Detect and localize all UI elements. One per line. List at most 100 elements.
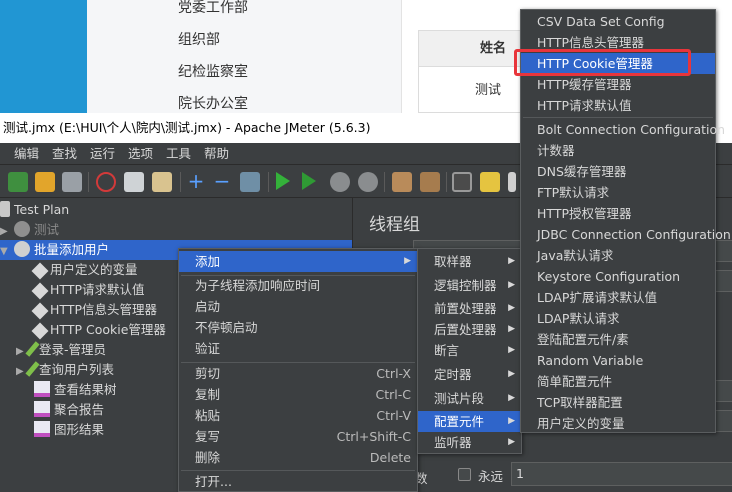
menu-help[interactable]: 帮助 [204, 143, 229, 165]
menu-item-validate[interactable]: 验证 [179, 338, 417, 359]
submenu-item-post-processor[interactable]: 后置处理器 ▶ [418, 319, 521, 340]
config-item-counter[interactable]: 计数器 [521, 140, 715, 161]
menu-item-paste[interactable]: 粘贴 Ctrl-V [179, 405, 417, 426]
menu-item-delete[interactable]: 删除 Delete [179, 447, 417, 468]
collapse-icon[interactable]: − [212, 171, 232, 192]
forever-label: 永远 [478, 469, 504, 484]
menu-item-label: 后置处理器 [434, 322, 497, 337]
config-item-http-cache-manager[interactable]: HTTP缓存管理器 [521, 74, 715, 95]
submenu-item-config-element[interactable]: 配置元件 ▶ [418, 411, 521, 432]
expand-arrow-icon[interactable]: ▶ [16, 342, 26, 362]
cut-icon[interactable] [96, 172, 116, 192]
menu-item-label: 用户定义的变量 [537, 416, 625, 431]
menu-item-label: 打开... [195, 474, 232, 489]
menu-item-label: 定时器 [434, 367, 472, 382]
config-item-user-defined-variables[interactable]: 用户定义的变量 [521, 413, 715, 434]
collapse-arrow-icon[interactable]: ▼ [0, 242, 10, 262]
submenu-item-assertion[interactable]: 断言 ▶ [418, 340, 521, 361]
wrench-icon [31, 262, 49, 280]
menu-item-start-no-pause[interactable]: 不停顿启动 [179, 317, 417, 338]
copy-icon[interactable] [124, 172, 144, 192]
config-item-ldap-defaults[interactable]: LDAP默认请求 [521, 308, 715, 329]
reset-search-icon[interactable] [480, 172, 500, 192]
menu-tools[interactable]: 工具 [166, 143, 191, 165]
menu-item-start[interactable]: 启动 [179, 296, 417, 317]
expand-arrow-icon[interactable]: ▶ [0, 222, 10, 242]
submenu-item-timer[interactable]: 定时器 ▶ [418, 364, 521, 385]
menu-item-copy[interactable]: 复制 Ctrl-C [179, 384, 417, 405]
menu-item-add-response-time[interactable]: 为子线程添加响应时间 [179, 275, 417, 296]
tree-item-listener[interactable]: 聚合报告 [34, 400, 104, 420]
tree-item-sampler[interactable]: ▶ 登录-管理员 [16, 340, 106, 360]
menu-item-cut[interactable]: 剪切 Ctrl-X [179, 363, 417, 384]
toggle-icon[interactable] [240, 172, 260, 192]
menu-run[interactable]: 运行 [90, 143, 115, 165]
config-item-http-auth-manager[interactable]: HTTP授权管理器 [521, 203, 715, 224]
tree-item-label: 批量添加用户 [34, 242, 110, 257]
tree-item-test-plan[interactable]: Test Plan [0, 200, 69, 220]
menu-options[interactable]: 选项 [128, 143, 153, 165]
open-folder-icon[interactable] [35, 172, 55, 192]
menu-edit[interactable]: 编辑 [14, 143, 39, 165]
menu-item-label: 登陆配置元件/素 [537, 332, 629, 347]
submenu-item-listener[interactable]: 监听器 ▶ [418, 432, 521, 453]
dept-item: 纪检监察室 [178, 64, 248, 80]
config-item-login-config[interactable]: 登陆配置元件/素 [521, 329, 715, 350]
config-item-bolt-connection[interactable]: Bolt Connection Configuration [521, 119, 725, 140]
start-icon[interactable] [276, 172, 290, 190]
clear-all-icon[interactable] [420, 172, 440, 192]
config-item-dns-cache-manager[interactable]: DNS缓存管理器 [521, 161, 715, 182]
tree-item-listener[interactable]: 查看结果树 [34, 380, 117, 400]
submenu-item-test-fragment[interactable]: 测试片段 ▶ [418, 388, 521, 409]
menu-item-label: 验证 [195, 341, 221, 356]
start-no-pause-icon[interactable] [302, 172, 316, 190]
tree-item-config[interactable]: HTTP请求默认值 [31, 280, 145, 300]
tree-item-config[interactable]: 用户定义的变量 [31, 260, 138, 280]
templates-icon[interactable] [8, 172, 28, 192]
forever-checkbox[interactable] [458, 468, 471, 481]
config-item-jdbc-connection[interactable]: JDBC Connection Configuration [521, 224, 731, 245]
expand-icon[interactable]: + [186, 171, 206, 192]
config-item-http-request-defaults[interactable]: HTTP请求默认值 [521, 95, 715, 116]
config-item-simple-config[interactable]: 简单配置元件 [521, 371, 715, 392]
tree-item-listener[interactable]: 图形结果 [34, 420, 104, 440]
function-helper-icon[interactable] [508, 172, 516, 192]
save-icon[interactable] [62, 172, 82, 192]
config-item-random-variable[interactable]: Random Variable [521, 350, 715, 371]
tree-item-config[interactable]: HTTP Cookie管理器 [31, 320, 166, 340]
menu-item-label: FTP默认请求 [537, 185, 610, 200]
gear-icon [14, 241, 30, 257]
tree-item-label: 查询用户列表 [39, 362, 115, 377]
submenu-item-pre-processor[interactable]: 前置处理器 ▶ [418, 298, 521, 319]
expand-arrow-icon[interactable]: ▶ [16, 362, 26, 382]
stop-icon[interactable] [330, 172, 350, 192]
menu-item-open[interactable]: 打开... [179, 471, 417, 492]
loop-count-input[interactable]: 1 [511, 462, 732, 486]
config-item-tcp-sampler-config[interactable]: TCP取样器配置 [521, 392, 715, 413]
config-item-csv-data-set[interactable]: CSV Data Set Config [521, 11, 715, 32]
tree-item-config[interactable]: HTTP信息头管理器 [31, 300, 157, 320]
shutdown-icon[interactable] [358, 172, 378, 192]
pipette-icon [25, 341, 40, 357]
tree-item-label: 图形结果 [54, 422, 105, 437]
config-item-java-defaults[interactable]: Java默认请求 [521, 245, 715, 266]
menu-item-label: 简单配置元件 [537, 374, 613, 389]
tree-item-thread-group-selected[interactable]: ▼ 批量添加用户 [0, 240, 109, 260]
search-binoculars-icon[interactable] [452, 172, 472, 192]
submenu-item-logic-controller[interactable]: 逻辑控制器 ▶ [418, 275, 521, 296]
config-item-ftp-defaults[interactable]: FTP默认请求 [521, 182, 715, 203]
tree-item-thread-group[interactable]: ▶ 测试 [0, 220, 59, 240]
wrench-icon [31, 322, 49, 340]
menu-item-shortcut: Ctrl+Shift-C [336, 429, 411, 444]
menu-item-label: LDAP扩展请求默认值 [537, 290, 657, 305]
paste-icon[interactable] [152, 172, 172, 192]
menu-item-duplicate[interactable]: 复写 Ctrl+Shift-C [179, 426, 417, 447]
clear-icon[interactable] [392, 172, 412, 192]
config-item-ldap-extended-defaults[interactable]: LDAP扩展请求默认值 [521, 287, 715, 308]
submenu-item-sampler[interactable]: 取样器 ▶ [418, 251, 521, 272]
menu-search[interactable]: 查找 [52, 143, 77, 165]
config-item-keystore[interactable]: Keystore Configuration [521, 266, 715, 287]
tree-item-label: Test Plan [14, 202, 70, 217]
menu-item-add[interactable]: 添加 ▶ [179, 251, 417, 272]
tree-item-sampler[interactable]: ▶ 查询用户列表 [16, 360, 114, 380]
